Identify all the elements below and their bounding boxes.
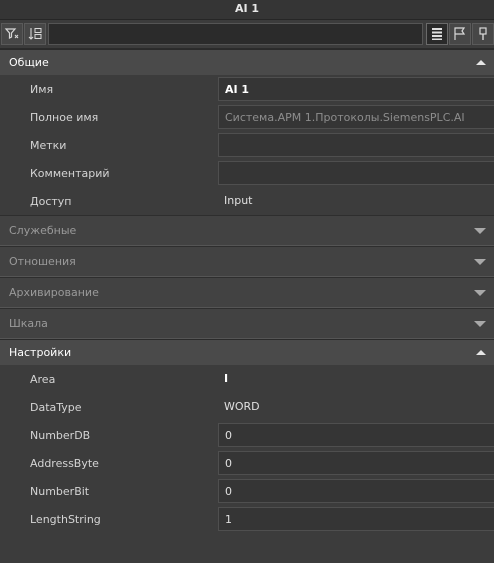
property-row-comment: Комментарий bbox=[0, 159, 494, 187]
property-label: DataType bbox=[30, 400, 82, 414]
property-label: Area bbox=[30, 372, 56, 386]
section-settings-title: Настройки bbox=[9, 346, 72, 359]
expand-arrow-icon bbox=[474, 320, 486, 327]
name-field[interactable]: AI 1 bbox=[218, 77, 494, 101]
search-input[interactable] bbox=[48, 23, 423, 45]
property-row-numberbit: NumberBit 0 bbox=[0, 477, 494, 505]
sort-icon bbox=[28, 28, 42, 40]
addressbyte-field[interactable]: 0 bbox=[218, 451, 494, 475]
property-row-datatype: DataType WORD bbox=[0, 393, 494, 421]
section-settings-header[interactable]: Настройки bbox=[0, 339, 494, 365]
section-archiving-title: Архивирование bbox=[9, 286, 99, 299]
property-row-fullname: Полное имя Система.АРМ 1.Протоколы.Sieme… bbox=[0, 103, 494, 131]
datatype-value[interactable]: WORD bbox=[218, 395, 494, 419]
property-label: NumberBit bbox=[30, 484, 90, 498]
fullname-field[interactable]: Система.АРМ 1.Протоколы.SiemensPLC.AI bbox=[218, 105, 494, 129]
collapse-arrow-icon bbox=[476, 350, 486, 355]
property-label: AddressByte bbox=[30, 456, 99, 470]
property-row-access: Доступ Input bbox=[0, 187, 494, 215]
sort-button[interactable] bbox=[24, 23, 46, 45]
toolbar bbox=[0, 20, 494, 49]
flag-icon bbox=[454, 27, 466, 40]
window-title: AI 1 bbox=[0, 0, 494, 20]
property-label: Метки bbox=[30, 138, 67, 152]
property-row-area: Area I bbox=[0, 365, 494, 393]
section-relations-header[interactable]: Отношения bbox=[0, 246, 494, 277]
property-label: LengthString bbox=[30, 512, 101, 526]
list-view-button[interactable] bbox=[426, 23, 448, 45]
pin-button[interactable] bbox=[472, 23, 494, 45]
filter-icon bbox=[4, 28, 19, 39]
access-value[interactable]: Input bbox=[218, 189, 494, 213]
area-value[interactable]: I bbox=[218, 367, 494, 391]
collapse-arrow-icon bbox=[476, 60, 486, 65]
property-label: Доступ bbox=[30, 194, 72, 208]
section-general-title: Общие bbox=[9, 56, 49, 69]
section-scale-header[interactable]: Шкала bbox=[0, 308, 494, 339]
expand-arrow-icon bbox=[474, 289, 486, 296]
filter-button[interactable] bbox=[1, 23, 23, 45]
numberdb-field[interactable]: 0 bbox=[218, 423, 494, 447]
property-label: Полное имя bbox=[30, 110, 99, 124]
property-row-numberdb: NumberDB 0 bbox=[0, 421, 494, 449]
property-row-addressbyte: AddressByte 0 bbox=[0, 449, 494, 477]
numberbit-field[interactable]: 0 bbox=[218, 479, 494, 503]
section-general-body: Имя AI 1 Полное имя Система.АРМ 1.Проток… bbox=[0, 75, 494, 215]
lengthstring-field[interactable]: 1 bbox=[218, 507, 494, 531]
pin-icon bbox=[479, 27, 487, 40]
property-label: NumberDB bbox=[30, 428, 91, 442]
section-scale-title: Шкала bbox=[9, 317, 48, 330]
property-row-lengthstring: LengthString 1 bbox=[0, 505, 494, 533]
list-view-icon bbox=[432, 28, 442, 40]
section-service-header[interactable]: Служебные bbox=[0, 215, 494, 246]
section-archiving-header[interactable]: Архивирование bbox=[0, 277, 494, 308]
property-label: Имя bbox=[30, 82, 54, 96]
tags-field[interactable] bbox=[218, 133, 494, 157]
property-row-tags: Метки bbox=[0, 131, 494, 159]
expand-arrow-icon bbox=[474, 258, 486, 265]
comment-field[interactable] bbox=[218, 161, 494, 185]
expand-arrow-icon bbox=[474, 227, 486, 234]
section-settings-body: Area I DataType WORD NumberDB 0 AddressB… bbox=[0, 365, 494, 533]
property-label: Комментарий bbox=[30, 166, 110, 180]
flag-button[interactable] bbox=[449, 23, 471, 45]
section-general-header[interactable]: Общие bbox=[0, 49, 494, 75]
section-service-title: Служебные bbox=[9, 224, 77, 237]
section-relations-title: Отношения bbox=[9, 255, 76, 268]
property-row-name: Имя AI 1 bbox=[0, 75, 494, 103]
